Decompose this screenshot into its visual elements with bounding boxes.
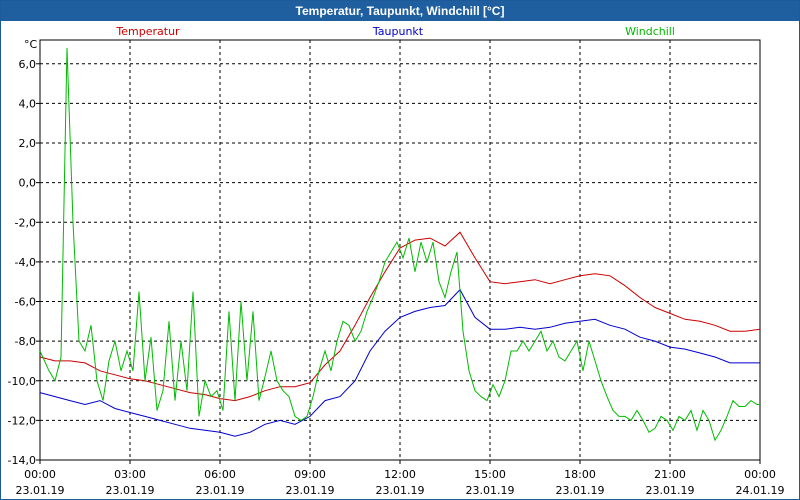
legend-entry-windchill: Windchill xyxy=(625,25,675,38)
x-tick-date-label: 23.01.19 xyxy=(376,484,425,497)
y-tick-label: -4,0 xyxy=(15,256,36,269)
legend-entry-taupunkt: Taupunkt xyxy=(372,25,424,38)
x-tick-date-label: 23.01.19 xyxy=(106,484,155,497)
y-axis-unit-label: °C xyxy=(24,38,38,51)
y-tick-label: 0,0 xyxy=(19,177,37,190)
y-tick-label: -14,0 xyxy=(8,454,36,467)
x-axis-ticks: 00:00 23.01.19 03:00 23.01.19 06:00 23.01.19 0… xyxy=(16,460,785,497)
y-tick-label: -8,0 xyxy=(15,335,36,348)
x-tick-date-label: 24.01.19 xyxy=(736,484,785,497)
x-tick-time-label: 18:00 xyxy=(564,468,596,481)
legend-entry-temperatur: Temperatur xyxy=(115,25,180,38)
x-tick-date-label: 23.01.19 xyxy=(466,484,515,497)
y-tick-label: -6,0 xyxy=(15,296,36,309)
y-tick-label: -12,0 xyxy=(8,414,36,427)
legend: Temperatur Taupunkt Windchill xyxy=(115,25,675,38)
y-tick-label: 4,0 xyxy=(19,97,37,110)
x-tick-date-label: 23.01.19 xyxy=(286,484,335,497)
y-tick-label: 6,0 xyxy=(19,58,37,71)
x-tick-time-label: 21:00 xyxy=(654,468,686,481)
x-tick-time-label: 15:00 xyxy=(474,468,506,481)
x-tick-date-label: 23.01.19 xyxy=(196,484,245,497)
x-tick-time-label: 00:00 xyxy=(24,468,56,481)
y-tick-label: -2,0 xyxy=(15,216,36,229)
y-axis-ticks: 6,0 4,0 2,0 0,0 -2,0 -4,0 -6,0 -8,0 -10,0 -12,0 -1… xyxy=(8,58,40,467)
x-tick-time-label: 12:00 xyxy=(384,468,416,481)
y-tick-label: 2,0 xyxy=(19,137,37,150)
x-tick-date-label: 23.01.19 xyxy=(646,484,695,497)
x-tick-time-label: 06:00 xyxy=(204,468,236,481)
x-tick-time-label: 03:00 xyxy=(114,468,146,481)
x-tick-time-label: 09:00 xyxy=(294,468,326,481)
y-tick-label: -10,0 xyxy=(8,375,36,388)
x-tick-time-label: 00:00 xyxy=(744,468,776,481)
line-chart: 6,0 4,0 2,0 0,0 -2,0 -4,0 -6,0 -8,0 -10,0 -12,0 -1… xyxy=(8,25,785,497)
x-tick-date-label: 23.01.19 xyxy=(16,484,65,497)
x-tick-date-label: 23.01.19 xyxy=(556,484,605,497)
